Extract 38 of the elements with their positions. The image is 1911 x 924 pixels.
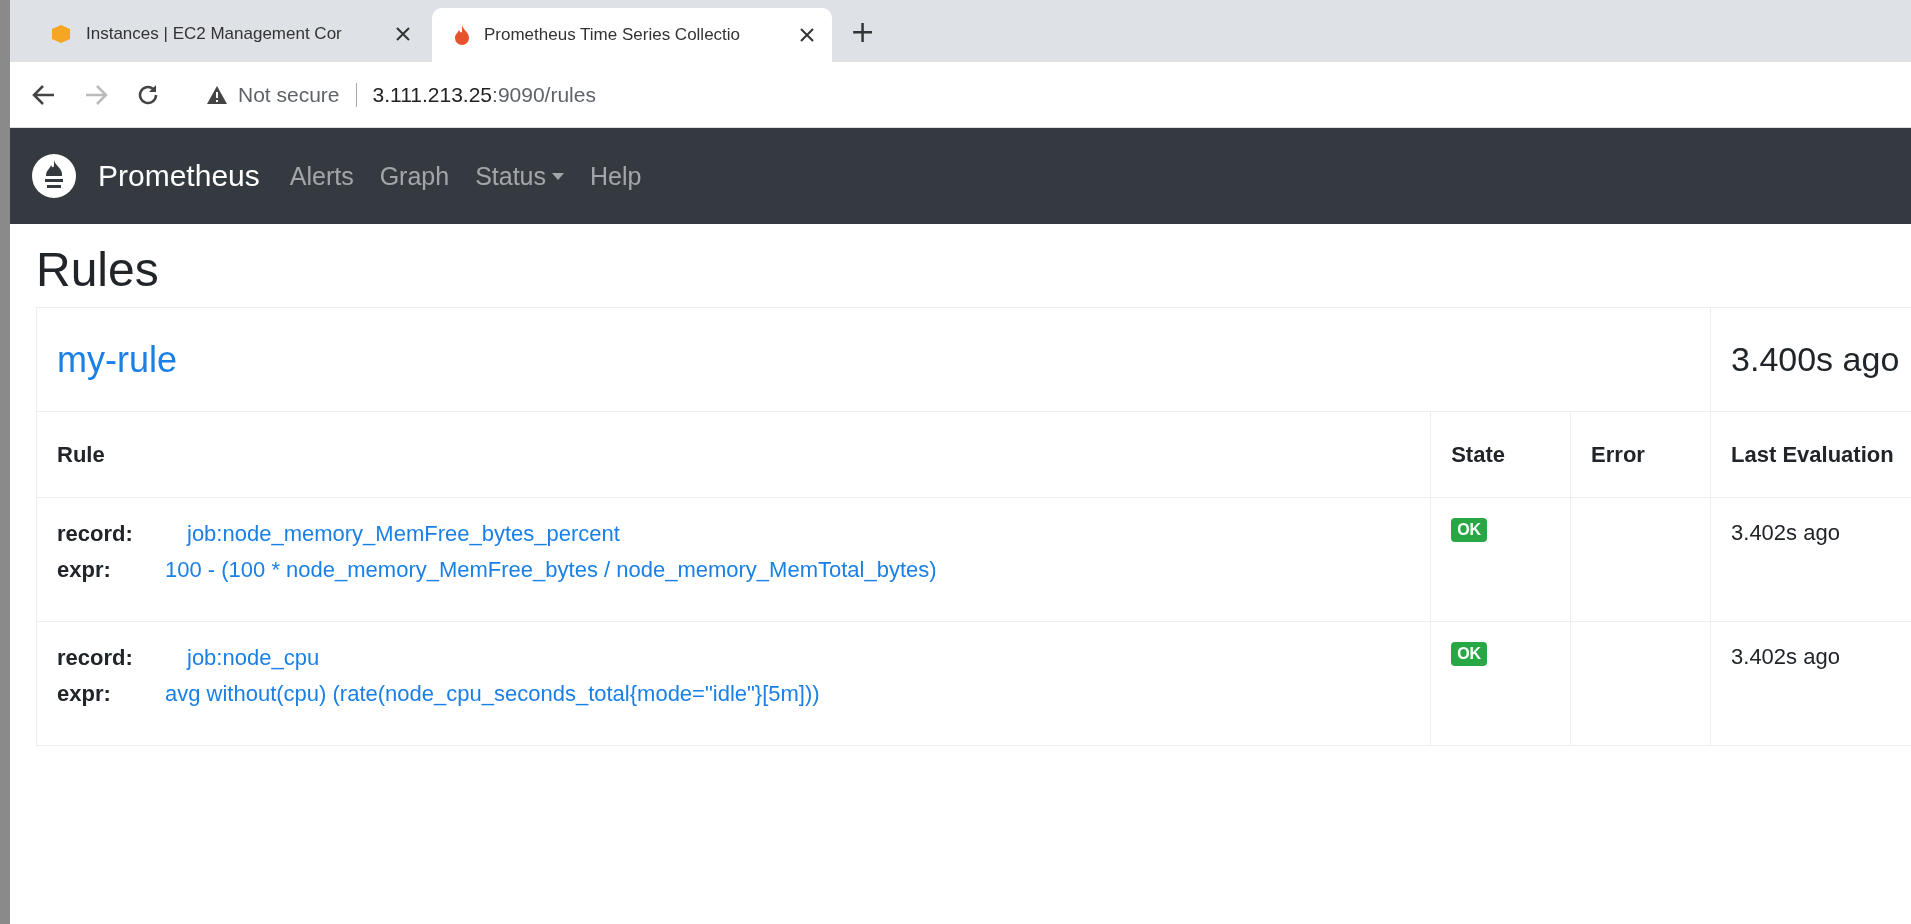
url-text[interactable]: 3.111.213.25:9090/rules [372, 82, 596, 107]
brand-name[interactable]: Prometheus [98, 159, 260, 193]
nav-link[interactable]: Graph [379, 161, 450, 191]
close-icon[interactable] [396, 27, 410, 41]
warning-icon [206, 84, 228, 105]
last-evaluation: 3.402s ago [1731, 520, 1840, 546]
record-link[interactable]: job:node_cpu [187, 640, 320, 676]
flame-logo-icon[interactable] [32, 154, 76, 198]
column-header: Error [1591, 441, 1645, 467]
nav-link[interactable]: Status [475, 161, 564, 191]
flame-icon [454, 24, 470, 46]
security-label: Not secure [238, 82, 340, 107]
record-label: record: [57, 644, 134, 672]
page-heading: Rules [36, 242, 160, 297]
browser-tab[interactable]: Prometheus Time Series Collectio [432, 8, 832, 62]
nav-link[interactable]: Alerts [289, 161, 354, 191]
nav-link[interactable]: Help [590, 161, 642, 191]
expr-label: expr: [57, 556, 112, 584]
column-header: Last Evaluation [1731, 441, 1894, 467]
last-evaluation: 3.402s ago [1731, 644, 1840, 670]
state-badge: OK [1451, 642, 1488, 666]
tab-title: Instances | EC2 Management Cor [86, 24, 343, 44]
back-icon[interactable] [32, 83, 56, 106]
new-tab-button[interactable]: + [836, 13, 890, 49]
record-label: record: [57, 520, 134, 548]
close-icon[interactable] [800, 28, 814, 42]
column-header: State [1451, 441, 1505, 467]
expr-label: expr: [57, 680, 112, 708]
column-header: Rule [57, 441, 105, 467]
browser-tab[interactable]: Instances | EC2 Management Cor [28, 10, 428, 58]
record-link[interactable]: job:node_memory_MemFree_bytes_percent [187, 516, 620, 552]
state-badge: OK [1451, 518, 1488, 542]
group-name-link[interactable]: my-rule [57, 338, 177, 380]
tab-title: Prometheus Time Series Collectio [484, 25, 742, 45]
expr-link[interactable]: avg without(cpu) (rate(node_cpu_seconds_total{mode="idle"}[5m])) [165, 676, 820, 712]
expr-link[interactable]: 100 - (100 * node_memory_MemFree_bytes / node_memory_MemTotal_bytes) [165, 552, 937, 588]
box-icon [50, 23, 72, 45]
group-last-evaluation: 3.400s ago [1731, 340, 1900, 378]
